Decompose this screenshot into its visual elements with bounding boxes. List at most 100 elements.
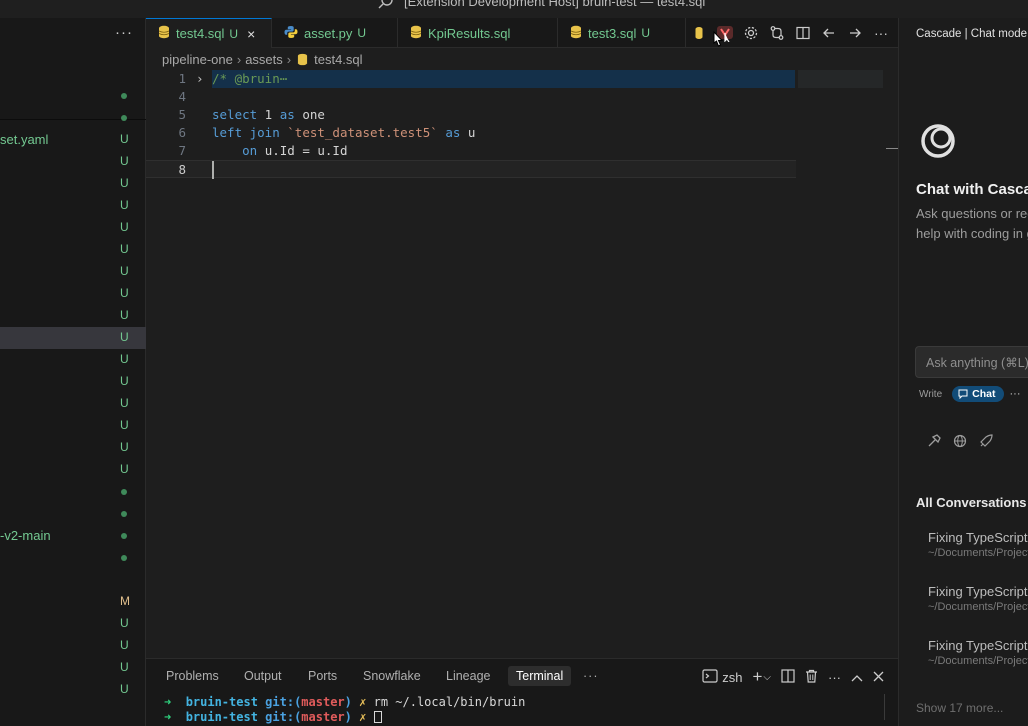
database-icon <box>158 25 170 42</box>
explorer-item[interactable]: U <box>0 635 146 657</box>
tab-asset-py[interactable]: asset.py U <box>272 18 398 48</box>
explorer-item[interactable]: U <box>0 151 146 173</box>
explorer-item[interactable]: U <box>0 239 146 261</box>
chat-bubble-icon <box>958 389 968 399</box>
explorer-item[interactable]: U <box>0 327 146 349</box>
explorer-item[interactable]: U <box>0 679 146 701</box>
hammer-icon[interactable] <box>927 434 941 451</box>
terminal-line[interactable]: ➜ bruin-test git:(master) ✗ <box>164 710 382 724</box>
database-icon[interactable] <box>690 24 708 42</box>
git-status-badge: U <box>120 242 129 256</box>
conversation-item[interactable]: Fixing TypeScript ~/Documents/Projects <box>928 584 1028 613</box>
add-terminal-icon[interactable]: + <box>752 667 762 687</box>
gear-icon[interactable] <box>742 24 760 42</box>
chevron-down-icon[interactable]: ⌵ <box>763 672 771 683</box>
panel-tab-snowflake[interactable]: Snowflake <box>363 669 421 683</box>
close-icon[interactable]: × <box>247 26 255 42</box>
code-line[interactable]: 6 left join `test_dataset.test5` as u <box>146 124 796 142</box>
mode-chat-button[interactable]: Chat <box>952 386 1004 402</box>
code-token: u.Id = u.Id <box>257 143 348 158</box>
close-icon[interactable] <box>873 670 884 685</box>
database-icon <box>410 25 422 42</box>
code-line[interactable]: 4 <box>146 88 796 106</box>
chat-input[interactable]: Ask anything (⌘L) <box>915 346 1028 378</box>
breadcrumb-item[interactable]: assets <box>245 52 283 67</box>
globe-icon[interactable] <box>953 434 967 451</box>
compare-changes-icon[interactable] <box>768 24 786 42</box>
search-icon[interactable] <box>377 0 395 14</box>
explorer-item[interactable]: U <box>0 459 146 481</box>
panel-tab-output[interactable]: Output <box>244 669 282 683</box>
breadcrumb-item[interactable]: test4.sql <box>314 52 362 67</box>
tab-kpiresults-sql[interactable]: KpiResults.sql <box>398 18 558 48</box>
panel-tab-problems[interactable]: Problems <box>166 669 219 683</box>
code-token: `test_dataset.test5` <box>287 125 438 140</box>
tab-git-status: U <box>229 26 239 41</box>
code-token: select <box>212 107 258 122</box>
chevron-up-icon[interactable] <box>851 670 863 685</box>
rocket-icon[interactable] <box>979 434 993 451</box>
code-editor[interactable]: 1 › /* @bruin⋯ 4 5 select 1 as one 6 left join … <box>146 70 898 658</box>
explorer-item[interactable]: M <box>0 591 146 613</box>
code-line[interactable]: 7 on u.Id = u.Id <box>146 142 796 160</box>
conversation-path: ~/Documents/Projects <box>928 547 1028 559</box>
conversation-item[interactable]: Fixing TypeScript ~/Documents/Projects <box>928 638 1028 667</box>
code-token: left join <box>212 125 280 140</box>
line-number: 4 <box>178 89 186 104</box>
more-actions-icon[interactable]: ··· <box>828 670 841 685</box>
explorer-item[interactable] <box>0 481 146 503</box>
show-more-link[interactable]: Show 17 more... <box>916 701 1003 715</box>
panel-tab-terminal[interactable]: Terminal <box>508 666 572 686</box>
git-status-badge: U <box>120 418 129 432</box>
git-status-badge: U <box>120 616 129 630</box>
explorer-item[interactable]: U <box>0 371 146 393</box>
panel-tab-lineage[interactable]: Lineage <box>446 669 491 683</box>
mouse-pointer-icon <box>711 30 725 52</box>
explorer-more-icon[interactable]: ··· <box>115 24 133 41</box>
panel-more-icon[interactable]: ··· <box>583 669 599 683</box>
explorer-item[interactable]: U <box>0 393 146 415</box>
explorer-item[interactable]: U <box>0 173 146 195</box>
mode-write-button[interactable]: Write <box>915 387 946 402</box>
explorer-item[interactable] <box>0 107 146 129</box>
more-actions-icon[interactable]: ··· <box>872 24 890 42</box>
explorer-item[interactable]: U <box>0 261 146 283</box>
explorer-item[interactable] <box>0 547 146 569</box>
explorer-item[interactable]: U <box>0 305 146 327</box>
explorer-item[interactable]: U <box>0 415 146 437</box>
explorer-item[interactable]: U <box>0 657 146 679</box>
code-line[interactable]: 5 select 1 as one <box>146 106 796 124</box>
explorer-item[interactable] <box>0 569 146 591</box>
explorer-item[interactable]: set.yaml U <box>0 129 146 151</box>
tab-label: KpiResults.sql <box>428 25 511 41</box>
chat-mode-switch: Write Chat ··· <box>915 386 1021 402</box>
panel-scrollbar[interactable] <box>884 694 898 720</box>
git-status-badge: U <box>120 638 129 652</box>
tab-test4-sql[interactable]: test4.sql U × <box>146 18 272 48</box>
arrow-right-icon[interactable] <box>846 24 864 42</box>
minimap[interactable] <box>798 70 883 88</box>
panel-tab-ports[interactable]: Ports <box>308 669 337 683</box>
trash-icon[interactable] <box>805 669 818 686</box>
explorer-item[interactable] <box>0 85 146 107</box>
explorer-item[interactable]: U <box>0 195 146 217</box>
explorer-item[interactable]: U <box>0 437 146 459</box>
explorer-item[interactable] <box>0 503 146 525</box>
breadcrumb-item[interactable]: pipeline-one <box>162 52 233 67</box>
arrow-left-icon[interactable] <box>820 24 838 42</box>
more-actions-icon[interactable]: ··· <box>1010 388 1021 400</box>
explorer-item[interactable]: -v2-main <box>0 525 146 547</box>
explorer-item[interactable]: U <box>0 217 146 239</box>
split-terminal-icon[interactable] <box>781 668 795 686</box>
explorer-item[interactable]: U <box>0 613 146 635</box>
code-token: u <box>460 125 476 140</box>
tab-test3-sql[interactable]: test3.sql U <box>558 18 686 48</box>
explorer-item[interactable]: U <box>0 349 146 371</box>
explorer-item[interactable]: U <box>0 283 146 305</box>
code-line[interactable]: 1 › /* @bruin⋯ <box>146 70 796 88</box>
fold-chevron-icon[interactable]: › <box>196 70 204 88</box>
terminal-shell-name[interactable]: zsh <box>722 670 742 685</box>
conversation-item[interactable]: Fixing TypeScript ~/Documents/Projects <box>928 530 1028 559</box>
split-editor-icon[interactable] <box>794 24 812 42</box>
code-line[interactable]: 8 <box>146 160 796 179</box>
